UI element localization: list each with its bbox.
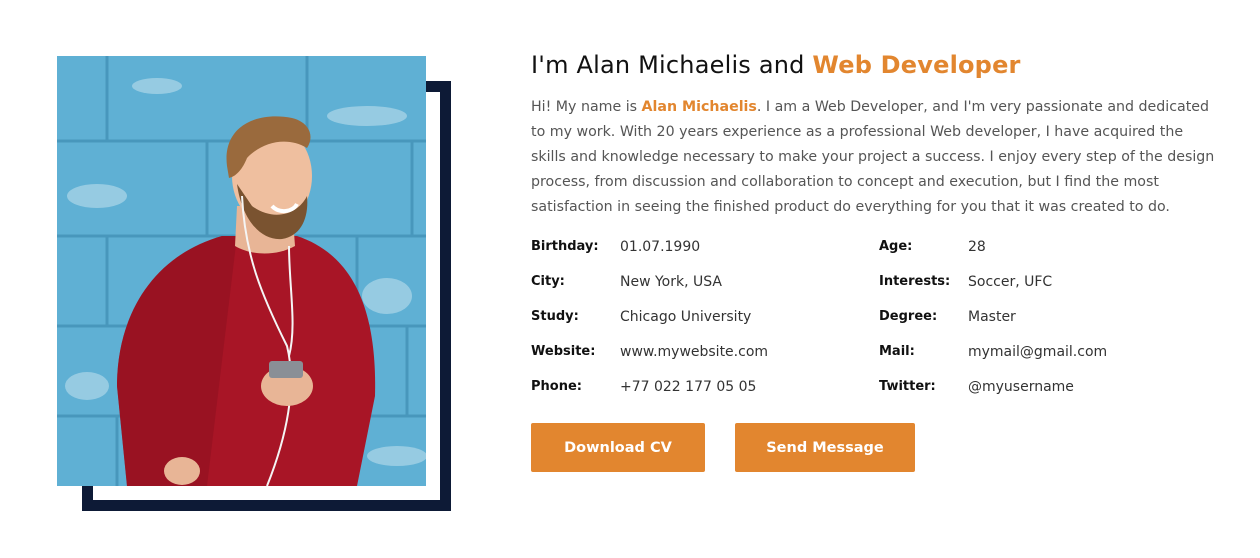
info-value: 28 <box>968 239 986 255</box>
page-title: I'm Alan Michaelis and Web Developer <box>531 48 1231 82</box>
send-message-button[interactable]: Send Message <box>735 423 915 472</box>
info-item-interests: Interests: Soccer, UFC <box>879 272 1052 307</box>
info-label: Degree: <box>879 309 938 324</box>
action-buttons: Download CV Send Message <box>531 423 915 472</box>
profile-photo <box>57 56 426 486</box>
info-label: Twitter: <box>879 379 936 394</box>
info-item-birthday: Birthday: 01.07.1990 <box>531 237 700 272</box>
info-label: Interests: <box>879 274 951 289</box>
info-value: New York, USA <box>620 274 722 290</box>
email-link[interactable]: mymail@gmail.com <box>968 342 1107 362</box>
info-row: Birthday: 01.07.1990 Age: 28 <box>531 237 1231 272</box>
info-item-age: Age: 28 <box>879 237 986 272</box>
bio-paragraph: Hi! My name is Alan Michaelis. I am a We… <box>531 95 1221 220</box>
info-value: 01.07.1990 <box>620 239 701 255</box>
info-item-mail: Mail: mymail@gmail.com <box>879 342 1107 377</box>
info-label: City: <box>531 274 565 289</box>
info-item-twitter: Twitter: @myusername <box>879 377 1074 412</box>
info-row: Study: Chicago University Degree: Master <box>531 307 1231 342</box>
info-label: Age: <box>879 239 913 254</box>
twitter-link[interactable]: @myusername <box>968 377 1074 397</box>
info-grid: Birthday: 01.07.1990 Age: 28 City: New Y… <box>531 237 1231 412</box>
info-label: Website: <box>531 344 596 359</box>
bio-name: Alan Michaelis <box>641 99 757 115</box>
info-label: Birthday: <box>531 239 599 254</box>
info-value: Master <box>968 309 1016 325</box>
info-label: Mail: <box>879 344 915 359</box>
about-content: I'm Alan Michaelis and Web Developer Hi!… <box>531 48 1231 412</box>
bio-prefix: Hi! My name is <box>531 99 642 115</box>
title-prefix: I'm Alan Michaelis and <box>531 51 813 79</box>
title-accent: Web Developer <box>812 51 1021 79</box>
info-label: Study: <box>531 309 579 324</box>
info-row: Website: www.mywebsite.com Mail: mymail@… <box>531 342 1231 377</box>
download-cv-button[interactable]: Download CV <box>531 423 705 472</box>
bio-text: . I am a Web Developer, and I'm very pas… <box>531 99 1215 215</box>
info-item-study: Study: Chicago University <box>531 307 751 342</box>
info-value: +77 022 177 05 05 <box>620 379 757 395</box>
info-value: Soccer, UFC <box>968 274 1053 290</box>
info-value: Chicago University <box>620 309 752 325</box>
info-item-phone: Phone: +77 022 177 05 05 <box>531 377 756 412</box>
info-item-website: Website: www.mywebsite.com <box>531 342 768 377</box>
info-item-city: City: New York, USA <box>531 272 722 307</box>
info-item-degree: Degree: Master <box>879 307 1016 342</box>
info-row: City: New York, USA Interests: Soccer, U… <box>531 272 1231 307</box>
info-row: Phone: +77 022 177 05 05 Twitter: @myuse… <box>531 377 1231 412</box>
info-label: Phone: <box>531 379 582 394</box>
website-link[interactable]: www.mywebsite.com <box>620 342 768 362</box>
